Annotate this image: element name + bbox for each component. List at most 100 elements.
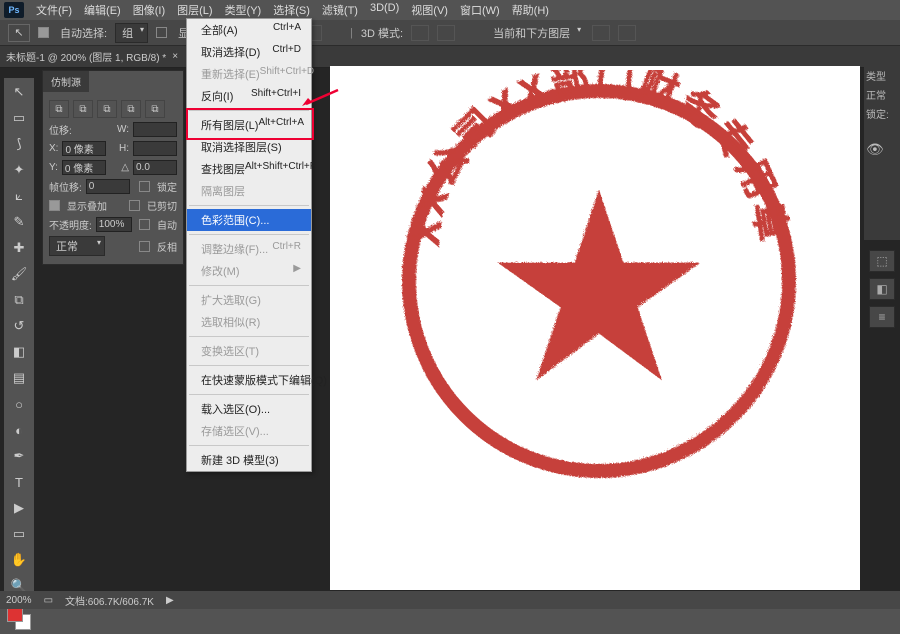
- color-swatches[interactable]: [7, 606, 31, 630]
- menu-separator: [189, 285, 309, 286]
- overlay-check[interactable]: [49, 200, 60, 211]
- frame-input[interactable]: [86, 179, 130, 194]
- marquee-tool[interactable]: ▭: [8, 108, 30, 128]
- stamp-tool[interactable]: ⧉: [8, 290, 30, 310]
- menu-7[interactable]: 3D(D): [364, 2, 405, 18]
- menu-10[interactable]: 帮助(H): [506, 2, 555, 18]
- rdock-kind[interactable]: 类型: [866, 68, 898, 83]
- menu-item: 扩大选取(G): [187, 289, 311, 311]
- eyedropper-tool[interactable]: ✎: [8, 212, 30, 232]
- status-divider: ▭: [44, 595, 53, 606]
- menu-3[interactable]: 图层(L): [171, 2, 218, 18]
- opacity-input[interactable]: [96, 217, 132, 232]
- active-tool-icon[interactable]: ↖: [8, 24, 30, 42]
- menu-1[interactable]: 编辑(E): [78, 2, 127, 18]
- select-menu: 全部(A)Ctrl+A取消选择(D)Ctrl+D重新选择(E)Shift+Ctr…: [186, 18, 312, 472]
- menu-separator: [189, 205, 309, 206]
- dodge-tool[interactable]: ◐: [8, 420, 30, 440]
- lock-check[interactable]: [139, 181, 150, 192]
- document-title: 未标题-1 @ 200% (图层 1, RGB/8) *: [6, 49, 166, 64]
- auto-select-target[interactable]: 组: [115, 23, 148, 43]
- menu-item[interactable]: 载入选区(O)...: [187, 398, 311, 420]
- type-tool[interactable]: T: [8, 472, 30, 492]
- panel-icon-2[interactable]: ◧: [869, 278, 895, 300]
- document-canvas[interactable]: XX公司XX部门财务专用章: [330, 66, 860, 590]
- menu-9[interactable]: 窗口(W): [454, 2, 506, 18]
- opt-icon-b[interactable]: [618, 25, 636, 41]
- eraser-tool[interactable]: ◧: [8, 342, 30, 362]
- mode-3d-label: 3D 模式:: [361, 25, 403, 41]
- x-input[interactable]: [62, 141, 106, 156]
- path-select-tool[interactable]: ▶: [8, 498, 30, 518]
- menu-4[interactable]: 类型(Y): [219, 2, 268, 18]
- lasso-tool[interactable]: ⟆: [8, 134, 30, 154]
- sample-target[interactable]: 当前和下方图层: [487, 24, 584, 42]
- clone-src-5[interactable]: ⧉: [145, 100, 165, 118]
- menu-item[interactable]: 所有图层(L)Alt+Ctrl+A: [187, 114, 311, 136]
- auto-select-check[interactable]: [38, 27, 49, 38]
- menu-separator: [189, 110, 309, 111]
- invert-label: 反相: [157, 239, 177, 254]
- menu-item: 选取相似(R): [187, 311, 311, 333]
- clone-src-3[interactable]: ⧉: [97, 100, 117, 118]
- panel-icon-1[interactable]: ⬚: [869, 250, 895, 272]
- overlay-blend[interactable]: 正常: [49, 236, 105, 256]
- history-brush-tool[interactable]: ↺: [8, 316, 30, 336]
- mode3d-icon-2[interactable]: [437, 25, 455, 41]
- overlay-label: 显示叠加: [67, 198, 107, 213]
- blur-tool[interactable]: ○: [8, 394, 30, 414]
- menu-8[interactable]: 视图(V): [405, 2, 454, 18]
- healing-tool[interactable]: ✚: [8, 238, 30, 258]
- h-label: H:: [119, 143, 129, 154]
- panel-tab[interactable]: 仿制源: [43, 71, 89, 92]
- clone-src-2[interactable]: ⧉: [73, 100, 93, 118]
- clip-check[interactable]: [129, 200, 140, 211]
- opt-icon-a[interactable]: [592, 25, 610, 41]
- menu-item[interactable]: 查找图层Alt+Shift+Ctrl+F: [187, 158, 311, 180]
- menu-item[interactable]: 取消选择图层(S): [187, 136, 311, 158]
- menu-item[interactable]: 全部(A)Ctrl+A: [187, 19, 311, 41]
- menu-0[interactable]: 文件(F): [30, 2, 78, 18]
- menu-item: 存储选区(V)...: [187, 420, 311, 442]
- menubar: Ps 文件(F)编辑(E)图像(I)图层(L)类型(Y)选择(S)滤镜(T)3D…: [0, 0, 900, 20]
- y-input[interactable]: [62, 160, 106, 175]
- menu-2[interactable]: 图像(I): [127, 2, 171, 18]
- menu-5[interactable]: 选择(S): [267, 2, 316, 18]
- chevron-right-icon[interactable]: ▶: [166, 595, 174, 606]
- panel-icon-3[interactable]: ≡: [869, 306, 895, 328]
- show-transform-check[interactable]: [156, 27, 167, 38]
- menu-item[interactable]: 新建 3D 模型(3): [187, 449, 311, 471]
- zoom-level[interactable]: 200%: [6, 595, 32, 606]
- menu-item[interactable]: 在快速蒙版模式下编辑(Q): [187, 369, 311, 391]
- shape-tool[interactable]: ▭: [8, 524, 30, 544]
- menu-item[interactable]: 反向(I)Shift+Ctrl+I: [187, 85, 311, 107]
- document-tab[interactable]: 未标题-1 @ 200% (图层 1, RGB/8) * ×: [0, 46, 900, 68]
- hand-tool[interactable]: ✋: [8, 550, 30, 570]
- rdock-blend[interactable]: 正常: [866, 87, 898, 102]
- menu-separator: [189, 445, 309, 446]
- w-input[interactable]: [133, 122, 177, 137]
- pen-tool[interactable]: ✒: [8, 446, 30, 466]
- menu-item[interactable]: 取消选择(D)Ctrl+D: [187, 41, 311, 63]
- menu-item: 隔离图层: [187, 180, 311, 202]
- menu-6[interactable]: 滤镜(T): [316, 2, 364, 18]
- menu-item[interactable]: 色彩范围(C)...: [187, 209, 311, 231]
- clone-source-panel: 仿制源 ⧉ ⧉ ⧉ ⧉ ⧉ 位移: W: X: H: Y: △ 帧位移:: [42, 70, 184, 265]
- clone-src-1[interactable]: ⧉: [49, 100, 69, 118]
- crop-tool[interactable]: ⟀: [8, 186, 30, 206]
- h-input[interactable]: [133, 141, 177, 156]
- offset-label: 位移:: [49, 122, 72, 137]
- brush-tool[interactable]: 🖌: [8, 264, 30, 284]
- close-icon[interactable]: ×: [172, 51, 178, 62]
- move-tool[interactable]: ↖: [8, 82, 30, 102]
- angle-input[interactable]: [133, 160, 177, 175]
- mode3d-icon-1[interactable]: [411, 25, 429, 41]
- clone-src-4[interactable]: ⧉: [121, 100, 141, 118]
- eye-icon[interactable]: 👁: [866, 141, 898, 158]
- menu-separator: [189, 336, 309, 337]
- wand-tool[interactable]: ✦: [8, 160, 30, 180]
- autohide-check[interactable]: [139, 219, 150, 230]
- seal-graphic: XX公司XX部门财务专用章: [388, 70, 808, 490]
- gradient-tool[interactable]: ▤: [8, 368, 30, 388]
- invert-check[interactable]: [139, 241, 150, 252]
